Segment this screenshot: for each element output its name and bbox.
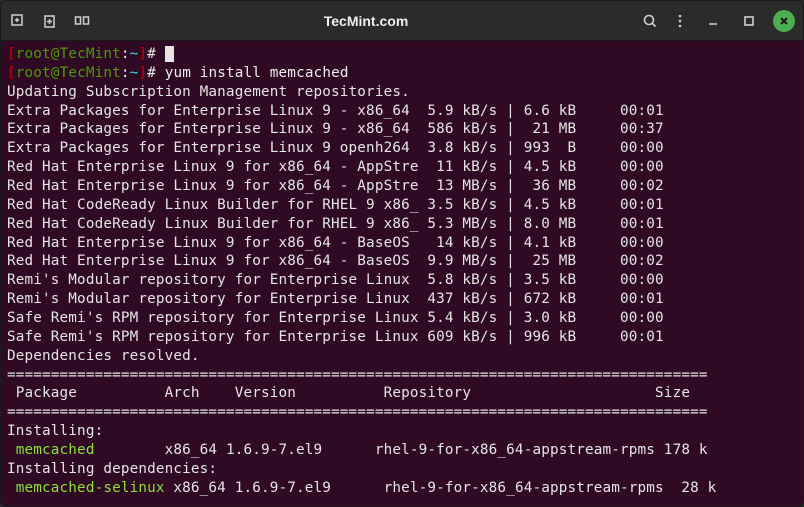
output-line: Remi's Modular repository for Enterprise… — [7, 291, 664, 307]
package-name: memcached — [7, 442, 95, 458]
close-button[interactable] — [773, 10, 795, 32]
prompt-host: TecMint — [60, 46, 121, 62]
prompt-bracket-close: ] — [138, 46, 147, 62]
new-window-icon[interactable] — [41, 12, 59, 30]
table-header: Package Arch Version Repository Size — [7, 385, 690, 401]
prompt-bracket: [ — [7, 46, 16, 62]
output-line: Red Hat Enterprise Linux 9 for x86_64 - … — [7, 253, 664, 269]
cursor — [165, 46, 174, 62]
titlebar: TecMint.com — [1, 1, 803, 41]
output-line: Safe Remi's RPM repository for Enterpris… — [7, 329, 664, 345]
terminal-content[interactable]: [root@TecMint:~]# [root@TecMint:~]# yum … — [1, 41, 803, 506]
prompt-hash: # — [147, 46, 156, 62]
prompt-bracket-close: ] — [138, 65, 147, 81]
prompt-at: @ — [51, 46, 60, 62]
prompt-user: root — [16, 46, 51, 62]
installing-label: Installing: — [7, 423, 103, 439]
package-details: x86_64 1.6.9-7.el9 rhel-9-for-x86_64-app… — [95, 442, 708, 458]
output-line: Extra Packages for Enterprise Linux 9 - … — [7, 121, 664, 137]
minimize-button[interactable] — [701, 9, 725, 33]
prompt-colon: : — [121, 65, 130, 81]
window-title: TecMint.com — [91, 13, 641, 29]
output-line: Extra Packages for Enterprise Linux 9 op… — [7, 140, 664, 156]
search-icon[interactable] — [641, 12, 659, 30]
prompt-hash: # — [147, 65, 156, 81]
output-line: Red Hat Enterprise Linux 9 for x86_64 - … — [7, 178, 664, 194]
output-line: Red Hat CodeReady Linux Builder for RHEL… — [7, 197, 664, 213]
new-tab-icon[interactable] — [9, 12, 27, 30]
output-line: Safe Remi's RPM repository for Enterpris… — [7, 310, 664, 326]
package-details: x86_64 1.6.9-7.el9 rhel-9-for-x86_64-app… — [165, 480, 717, 496]
command-text: yum install memcached — [165, 65, 349, 81]
prompt-host: TecMint — [60, 65, 121, 81]
prompt-at: @ — [51, 65, 60, 81]
maximize-button[interactable] — [737, 9, 761, 33]
output-line: Red Hat Enterprise Linux 9 for x86_64 - … — [7, 159, 664, 175]
terminal-window: TecMint.com — [0, 0, 804, 507]
prompt-user: root — [16, 65, 51, 81]
output-line: Remi's Modular repository for Enterprise… — [7, 272, 664, 288]
split-icon[interactable] — [73, 12, 91, 30]
output-line: Dependencies resolved. — [7, 348, 200, 364]
prompt-bracket: [ — [7, 65, 16, 81]
output-line: Red Hat Enterprise Linux 9 for x86_64 - … — [7, 235, 664, 251]
menu-icon[interactable] — [671, 12, 689, 30]
output-line: Updating Subscription Management reposit… — [7, 84, 410, 100]
installing-deps-label: Installing dependencies: — [7, 461, 217, 477]
prompt-colon: : — [121, 46, 130, 62]
package-name: memcached-selinux — [7, 480, 165, 496]
divider: ========================================… — [7, 404, 708, 420]
divider: ========================================… — [7, 367, 708, 383]
output-line: Extra Packages for Enterprise Linux 9 - … — [7, 103, 664, 119]
output-line: Red Hat CodeReady Linux Builder for RHEL… — [7, 216, 664, 232]
